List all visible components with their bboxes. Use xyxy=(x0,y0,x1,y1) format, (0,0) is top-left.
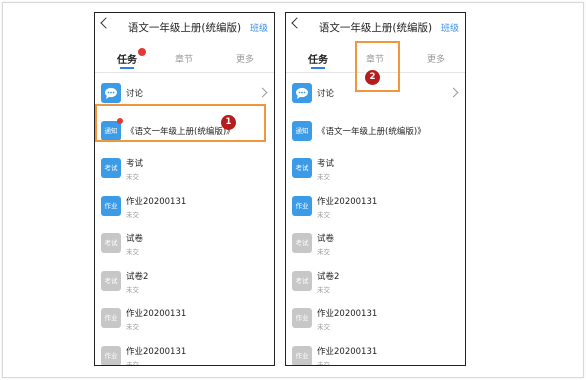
list-item-status: 未交 xyxy=(126,323,139,331)
phone-screen-2: 语文一年级上册(统编版) 班级 任务 章节 更多 讨论通知 《语文一年级上册(统编… xyxy=(285,12,466,366)
tab-more[interactable]: 更多 xyxy=(427,52,445,65)
list-item-title: 试卷 xyxy=(126,234,144,244)
header-bar: 语文一年级上册(统编版) 班级 xyxy=(286,13,465,43)
exam-icon: 考试 xyxy=(101,270,121,291)
discussion-icon xyxy=(101,83,121,103)
tab-more[interactable]: 更多 xyxy=(236,52,254,65)
list-item[interactable]: 作业 作业20200131 未交 xyxy=(286,337,465,366)
tab-bar: 任务 章节 更多 xyxy=(286,43,465,73)
list-item[interactable]: 考试 试卷2 未交 xyxy=(95,262,274,299)
step-number-1: 1 xyxy=(221,115,236,130)
list-item-status: 未交 xyxy=(126,210,139,219)
class-link[interactable]: 班级 xyxy=(250,21,268,34)
notice-icon: 通知 xyxy=(292,120,312,141)
homework-icon: 作业 xyxy=(101,195,121,216)
discussion-icon xyxy=(292,83,312,103)
list-item[interactable]: 作业 作业20200131 未交 xyxy=(95,187,274,224)
list-item[interactable]: 作业 作业20200131 未交 xyxy=(286,187,465,224)
list-item-title: 作业20200131 xyxy=(126,346,187,357)
homework-icon: 作业 xyxy=(101,345,121,365)
page-title: 语文一年级上册(统编版) xyxy=(127,22,242,34)
list-item-status: 未交 xyxy=(126,360,139,366)
list-item[interactable]: 作业 作业20200131 未交 xyxy=(95,337,274,366)
homework-icon: 作业 xyxy=(292,345,312,365)
list-item-status: 未交 xyxy=(126,173,139,181)
list-item-status: 未交 xyxy=(317,173,330,181)
list-item-status: 未交 xyxy=(126,248,139,256)
list-item-title: 讨论 xyxy=(317,89,335,99)
list-item-title: 《语文一年级上册(统编版)》 xyxy=(126,126,235,137)
list-item-title: 考试 xyxy=(126,159,144,169)
exam-icon: 考试 xyxy=(292,158,312,178)
page-title: 语文一年级上册(统编版) xyxy=(318,22,433,34)
list-item-status: 未交 xyxy=(126,285,139,294)
list-item-status: 未交 xyxy=(317,360,330,366)
list-item-title: 试卷2 xyxy=(317,271,340,282)
tab-active-underline xyxy=(120,67,134,69)
tab-chapters[interactable]: 章节 xyxy=(366,52,384,65)
list-item[interactable]: 考试 试卷未交 xyxy=(286,224,465,261)
list-item[interactable]: 考试 考试 未交 xyxy=(95,149,274,186)
list-item-title: 考试 xyxy=(317,159,335,169)
list-item-title: 《语文一年级上册(统编版)》 xyxy=(317,126,426,137)
list-item[interactable]: 考试 试卷2 未交 xyxy=(286,262,465,299)
tab-tasks-badge xyxy=(138,48,146,56)
tab-chapters[interactable]: 章节 xyxy=(175,52,193,65)
exam-icon: 考试 xyxy=(101,158,121,178)
chevron-right-icon xyxy=(448,87,459,98)
list-item-title: 试卷 xyxy=(317,234,335,244)
list-item-status: 未交 xyxy=(317,323,330,331)
class-link[interactable]: 班级 xyxy=(441,21,459,34)
exam-icon: 考试 xyxy=(292,233,312,253)
list-item[interactable]: 考试 试卷未交 xyxy=(95,224,274,261)
header-bar: 语文一年级上册(统编版) 班级 xyxy=(95,13,274,43)
list-item-title: 作业20200131 xyxy=(126,309,187,319)
list-item[interactable]: 作业 作业20200131 未交 xyxy=(95,299,274,336)
list-item-status: 未交 xyxy=(317,248,330,256)
notice-icon: 通知 xyxy=(101,120,121,141)
tab-tasks[interactable]: 任务 xyxy=(308,51,328,66)
exam-icon: 考试 xyxy=(101,233,121,253)
step-number-2: 2 xyxy=(365,70,380,85)
tab-active-underline xyxy=(311,67,325,69)
list-item-title: 试卷2 xyxy=(126,271,149,282)
list-item-status: 未交 xyxy=(317,210,330,219)
list-item-title: 讨论 xyxy=(126,89,144,99)
exam-icon: 考试 xyxy=(292,270,312,291)
list-item-title: 作业20200131 xyxy=(317,309,378,319)
list-item[interactable]: 作业 作业20200131 未交 xyxy=(286,299,465,336)
list-item[interactable]: 通知 《语文一年级上册(统编版)》 xyxy=(286,112,465,149)
list-item[interactable]: 通知 《语文一年级上册(统编版)》 xyxy=(95,112,274,149)
homework-icon: 作业 xyxy=(292,308,312,328)
list-item-title: 作业20200131 xyxy=(126,196,187,207)
list-item[interactable]: 讨论 xyxy=(95,74,274,111)
chevron-right-icon xyxy=(257,87,268,98)
list-item-title: 作业20200131 xyxy=(317,346,378,357)
unread-dot xyxy=(117,117,123,124)
tab-tasks[interactable]: 任务 xyxy=(117,51,137,66)
list-item-status: 未交 xyxy=(317,285,330,294)
homework-icon: 作业 xyxy=(292,195,312,216)
homework-icon: 作业 xyxy=(101,308,121,328)
list-item[interactable]: 考试 考试 未交 xyxy=(286,149,465,186)
phone-screen-1: 语文一年级上册(统编版) 班级 任务 章节 更多 讨论通知 《语文一年级上册(统编… xyxy=(94,12,275,366)
tab-bar: 任务 章节 更多 xyxy=(95,43,274,73)
list-item-title: 作业20200131 xyxy=(317,196,378,207)
